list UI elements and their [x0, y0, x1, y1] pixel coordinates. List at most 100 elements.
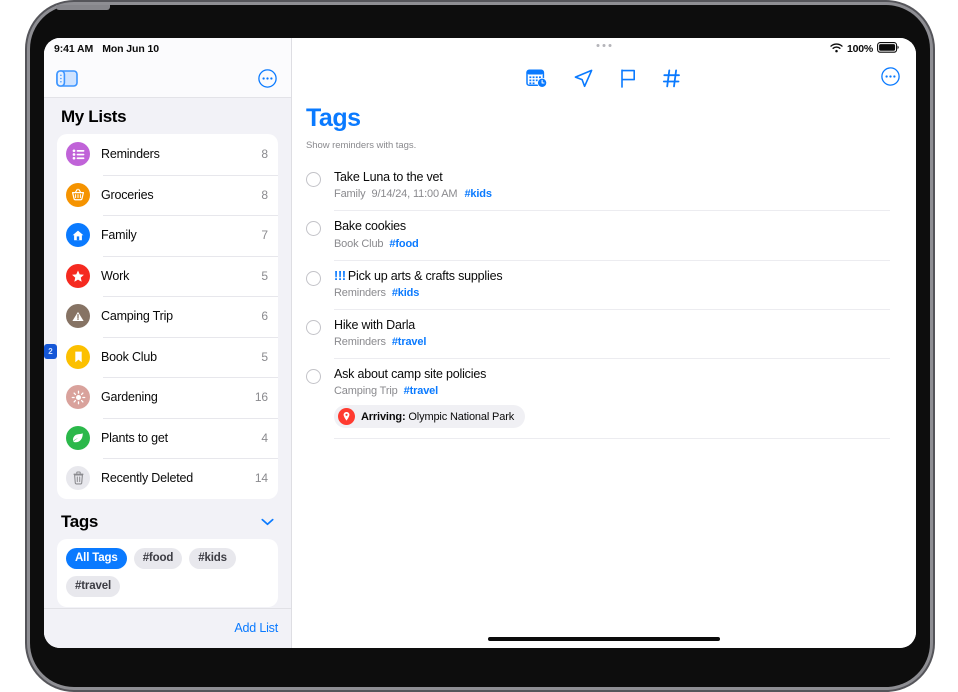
reminder-tag[interactable]: #travel	[392, 336, 427, 348]
page-title: Tags	[306, 104, 361, 132]
sidebar-item-camping-trip[interactable]: Camping Trip 6	[57, 296, 278, 337]
tag-chip-travel[interactable]: #travel	[66, 575, 121, 597]
reminder-title: Ask about camp site policies	[334, 367, 487, 381]
reminder-content: !!! Pick up arts & crafts supplies Remind…	[334, 269, 890, 299]
flag-icon[interactable]	[619, 68, 637, 89]
window-grabber-icon[interactable]	[596, 44, 612, 47]
reminder-list-name: Camping Trip	[334, 385, 398, 398]
chevron-down-icon[interactable]	[261, 513, 274, 531]
leaf-icon	[66, 425, 90, 450]
sidebar-item-label: Family	[101, 228, 137, 243]
sidebar-item-work[interactable]: Work 5	[57, 255, 278, 297]
home-indicator[interactable]	[488, 637, 720, 641]
reminder-title: Bake cookies	[334, 219, 406, 234]
sidebar-item-label: Camping Trip	[101, 309, 173, 324]
tags-heading: Tags	[61, 511, 99, 531]
sidebar-item-label: Work	[101, 268, 130, 283]
battery-percent-label: 100%	[846, 42, 873, 55]
location-alert-badge[interactable]: Arriving: Olympic National Park	[334, 405, 526, 429]
tags-section-header[interactable]: Tags	[61, 512, 274, 532]
reminder-title: Hike with Darla	[334, 317, 416, 332]
sidebar-toggle-icon[interactable]	[56, 69, 78, 87]
status-bar-left: 9:41 AM Mon Jun 10	[44, 38, 291, 59]
status-date: Mon Jun 10	[102, 42, 159, 55]
content-body: Tags Show reminders with tags. Take Luna…	[292, 98, 916, 648]
device-screen: 9:41 AM Mon Jun 10 My Lists Reminders 8 …	[44, 38, 916, 648]
hashtag-icon[interactable]	[662, 68, 682, 89]
sidebar-scroll-area: My Lists Reminders 8 Groceries 8 Family …	[44, 98, 291, 608]
sidebar-item-label: Groceries	[101, 187, 154, 202]
status-bar-right: 100%	[292, 38, 916, 59]
tag-chip-kids[interactable]: #kids	[189, 547, 236, 569]
sidebar-item-count: 8	[261, 147, 268, 162]
reminder-tag[interactable]: #food	[389, 238, 418, 250]
reminder-checkbox[interactable]	[306, 221, 321, 237]
reminder-tag[interactable]: #kids	[392, 287, 420, 299]
content-more-icon[interactable]	[881, 66, 900, 91]
basket-icon	[66, 182, 90, 207]
reminder-row[interactable]: Bake cookies Book Club #food	[306, 210, 890, 259]
reminder-meta: Family 9/14/24, 11:00 AM #kids	[334, 188, 890, 200]
reminder-content: Hike with Darla Reminders #travel	[334, 318, 890, 348]
reminder-list-name: Book Club	[334, 237, 384, 250]
bookmark-icon	[66, 344, 90, 369]
sidebar-item-count: 5	[261, 268, 268, 283]
location-arrow-icon[interactable]	[573, 68, 594, 89]
content-toolbar	[292, 59, 916, 98]
sidebar-item-count: 6	[261, 309, 268, 324]
sidebar-item-count: 16	[254, 390, 268, 405]
reminder-content: Bake cookies Book Club #food	[334, 219, 890, 249]
reminder-title-wrap: !!! Pick up arts & crafts supplies	[334, 269, 890, 284]
reminder-meta: Reminders #kids	[334, 287, 890, 299]
sidebar-item-recently-deleted[interactable]: Recently Deleted 14	[57, 458, 278, 499]
tag-chip-all-tags[interactable]: All Tags	[66, 547, 127, 569]
reminder-row[interactable]: Take Luna to the vet Family 9/14/24, 11:…	[306, 161, 890, 210]
sidebar-item-book-club[interactable]: Book Club 5	[57, 336, 278, 378]
power-button[interactable]	[56, 5, 110, 10]
sidebar-item-label: Gardening	[101, 390, 158, 405]
location-pin-icon	[338, 408, 355, 426]
sidebar-item-groceries[interactable]: Groceries 8	[57, 174, 278, 216]
reminder-checkbox[interactable]	[306, 270, 321, 286]
sidebar-item-reminders[interactable]: Reminders 8	[57, 134, 278, 175]
sidebar-item-count: 4	[261, 430, 268, 445]
reminder-list-name: Family	[334, 188, 366, 201]
annotation-marker: 2	[44, 344, 57, 359]
sidebar-footer: Add List	[44, 608, 291, 648]
reminder-list-name: Reminders	[334, 286, 386, 299]
sidebar-item-label: Recently Deleted	[101, 471, 193, 486]
sidebar-item-count: 7	[261, 228, 268, 243]
reminder-checkbox[interactable]	[306, 319, 321, 335]
status-time: 9:41 AM	[54, 42, 94, 55]
reminder-checkbox[interactable]	[306, 172, 321, 187]
reminder-meta: Reminders #travel	[334, 336, 890, 348]
sidebar: 9:41 AM Mon Jun 10 My Lists Reminders 8 …	[44, 38, 292, 648]
scheduled-calendar-icon[interactable]	[526, 68, 548, 89]
sidebar-item-label: Book Club	[101, 349, 157, 364]
reminder-row[interactable]: Hike with Darla Reminders #travel	[306, 308, 890, 358]
sidebar-item-plants-to-get[interactable]: Plants to get 4	[57, 417, 278, 459]
reminder-tag[interactable]: #travel	[404, 385, 439, 397]
sun-icon	[66, 385, 90, 410]
trash-icon	[66, 466, 90, 491]
sidebar-item-family[interactable]: Family 7	[57, 215, 278, 256]
reminder-tag[interactable]: #kids	[464, 188, 492, 200]
screenshot-root: 9:41 AM Mon Jun 10 My Lists Reminders 8 …	[0, 0, 958, 692]
reminder-row[interactable]: Ask about camp site policies Camping Tri…	[306, 358, 890, 440]
sidebar-item-gardening[interactable]: Gardening 16	[57, 377, 278, 418]
star-icon	[66, 263, 90, 288]
sidebar-more-icon[interactable]	[258, 68, 277, 88]
sidebar-item-label: Plants to get	[101, 430, 168, 445]
add-list-button[interactable]: Add List	[234, 621, 278, 635]
tent-icon	[66, 304, 90, 329]
reminder-row[interactable]: !!! Pick up arts & crafts supplies Remind…	[306, 259, 890, 309]
status-indicators: 100%	[830, 40, 899, 58]
reminder-meta: Book Club #food	[334, 238, 890, 250]
toolbar-icon-group	[526, 68, 682, 89]
lists-card: Reminders 8 Groceries 8 Family 7 Work 5 …	[57, 134, 278, 499]
tag-chip-food[interactable]: #food	[133, 547, 183, 569]
sidebar-item-count: 8	[261, 187, 268, 202]
sidebar-item-count: 14	[254, 471, 268, 486]
reminder-checkbox[interactable]	[306, 369, 321, 384]
sidebar-item-label: Reminders	[101, 147, 160, 162]
